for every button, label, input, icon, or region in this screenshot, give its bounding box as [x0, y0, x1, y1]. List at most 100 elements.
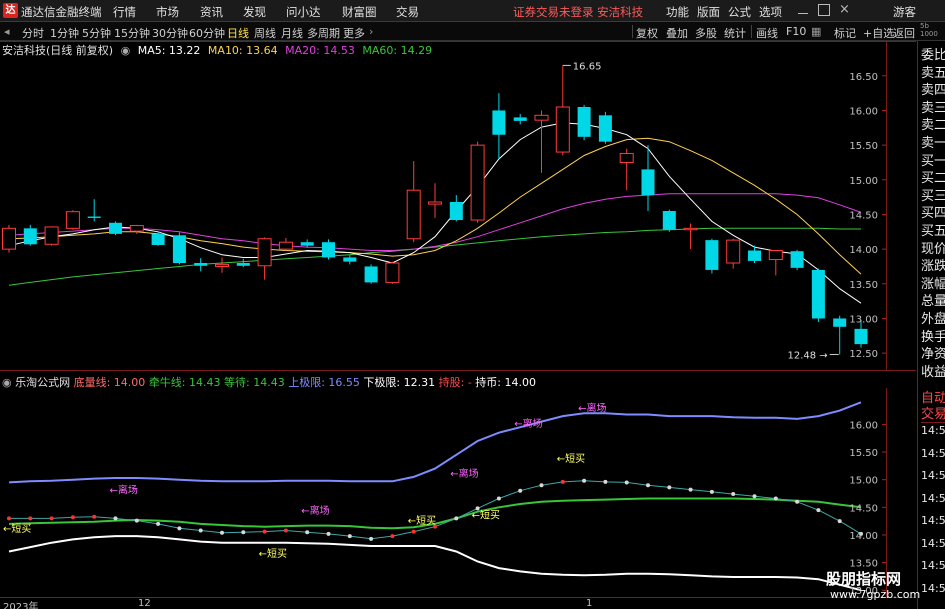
quote-label-18[interactable]: 收益: [921, 361, 945, 380]
tool-multi-stock[interactable]: 多股: [695, 25, 717, 41]
menu-options[interactable]: 选项: [759, 4, 782, 20]
period-monthly[interactable]: 月线: [281, 25, 303, 41]
menu-quotes[interactable]: 行情: [113, 4, 136, 20]
signal-dot: [603, 479, 608, 484]
title-menu-bar: 达 通达信金融终端 行情 市场 资讯 发现 问小达 财富圈 交易 证券交易未登录…: [0, 0, 945, 22]
signal-annotation: ←短买: [3, 522, 31, 535]
quote-label-5[interactable]: 卖一: [921, 132, 945, 151]
signal-dot: [731, 492, 736, 497]
signal-dot: [560, 479, 565, 484]
candle-body-up: [470, 144, 485, 221]
candle-body-down: [23, 228, 37, 245]
signal-dot: [220, 530, 224, 535]
low-label: 12.48 →: [788, 351, 828, 362]
signal-annotation: ←离场: [578, 402, 606, 415]
candle-body-down: [300, 242, 314, 246]
tool-add-watchlist[interactable]: +自选: [863, 25, 894, 41]
menu-trade[interactable]: 交易: [396, 4, 419, 20]
period-30min[interactable]: 30分钟: [152, 25, 188, 41]
quote-label-7[interactable]: 买二: [921, 167, 945, 186]
trade-time: 14:56: [921, 491, 945, 505]
maximize-icon[interactable]: [818, 4, 830, 16]
menu-fortune[interactable]: 财富圈: [342, 4, 377, 20]
price-tick-label: 14.00: [849, 245, 878, 256]
period-60min[interactable]: 60分钟: [189, 25, 225, 41]
quote-label-17[interactable]: 净资: [921, 343, 945, 362]
tool-draw[interactable]: 画线: [756, 25, 778, 41]
candle-body-up: [65, 211, 80, 229]
period-daily[interactable]: 日线: [227, 25, 249, 41]
more-chevron-icon[interactable]: ›: [369, 25, 373, 38]
signal-dot: [70, 515, 75, 520]
quote-label-0[interactable]: 委比: [921, 44, 945, 63]
chart-settings-icon[interactable]: ◉: [121, 44, 131, 57]
quote-label-8[interactable]: 买三: [921, 185, 945, 204]
high-label: 16.65: [573, 61, 602, 72]
user-label[interactable]: 游客: [893, 4, 916, 20]
period-intraday[interactable]: 分时: [22, 25, 44, 41]
tool-back[interactable]: 返回: [893, 25, 915, 41]
indicator-tick-label: 16.00: [849, 420, 878, 431]
signal-dot: [816, 508, 821, 513]
period-more[interactable]: 更多: [343, 25, 365, 41]
period-15min[interactable]: 15分钟: [114, 25, 150, 41]
quote-label-3[interactable]: 卖三: [921, 97, 945, 116]
menu-ask[interactable]: 问小达: [286, 4, 321, 20]
tool-mark[interactable]: 标记: [834, 25, 856, 41]
period-multi[interactable]: 多周期: [307, 25, 340, 41]
time-label-year: 2023年: [3, 602, 39, 609]
quote-label-4[interactable]: 卖二: [921, 114, 945, 133]
period-weekly[interactable]: 周线: [254, 25, 276, 41]
candle-body-down: [364, 266, 378, 283]
tool-adjust[interactable]: 复权: [636, 25, 658, 41]
app-logo-icon: 达: [3, 3, 18, 18]
panel-corner-bottom: 1000: [920, 30, 938, 38]
signal-dot: [667, 485, 672, 490]
ma10-legend: MA10: 13.64: [207, 44, 278, 57]
menu-news[interactable]: 资讯: [200, 4, 223, 20]
candle-body-down: [662, 211, 676, 230]
tool-f10[interactable]: F10: [786, 25, 806, 38]
candlestick-chart[interactable]: 16.50 16.00 15.50 15.00 14.50 14.00 13.50 13.00…: [0, 41, 916, 371]
signal-dot: [688, 487, 693, 492]
candle-body-down: [492, 110, 506, 135]
signal-dot: [773, 496, 778, 501]
quote-label-1[interactable]: 卖五: [921, 62, 945, 81]
menu-discover[interactable]: 发现: [243, 4, 266, 20]
trade-label[interactable]: 交易: [921, 403, 945, 423]
quote-label-13[interactable]: 涨幅: [921, 273, 945, 292]
candle-body-down: [748, 250, 761, 261]
signal-dot: [113, 516, 118, 521]
trade-login-notice[interactable]: 证券交易未登录 安洁科技: [513, 4, 643, 20]
quote-label-2[interactable]: 卖四: [921, 79, 945, 98]
panel-corner-top: 5b: [920, 22, 929, 30]
quote-label-9[interactable]: 买四: [921, 202, 945, 221]
quote-label-11[interactable]: 现价: [921, 238, 945, 257]
indicator-chart[interactable]: ←短买 ←离场 ←离场 ←短买 ←短买 ←离场 ←短买 ←离场 ←短买 ←离场 16.00 15.5…: [0, 388, 916, 598]
menu-layout[interactable]: 版面: [697, 4, 720, 20]
period-1min[interactable]: 1分钟: [50, 25, 79, 41]
menu-formula[interactable]: 公式: [728, 4, 751, 20]
menu-function[interactable]: 功能: [666, 4, 689, 20]
period-5min[interactable]: 5分钟: [82, 25, 111, 41]
quote-label-6[interactable]: 买一: [921, 150, 945, 169]
signal-dot: [326, 531, 331, 536]
trade-time: 14:56: [921, 424, 945, 437]
quote-label-14[interactable]: 总量: [921, 290, 945, 309]
close-icon[interactable]: ×: [839, 3, 851, 16]
signal-dot: [582, 478, 587, 483]
signal-dot: [518, 488, 523, 493]
minimize-icon[interactable]: [797, 4, 809, 16]
quote-label-10[interactable]: 买五: [921, 220, 945, 239]
trade-time: 14:56: [921, 559, 945, 572]
quote-label-16[interactable]: 换手: [921, 326, 945, 345]
tool-stats[interactable]: 统计: [724, 25, 746, 41]
toolbar-divider: [751, 25, 752, 38]
candle-body-down: [513, 117, 527, 121]
quote-label-12[interactable]: 涨跌: [921, 255, 945, 274]
menu-market[interactable]: 市场: [156, 4, 179, 20]
grid-icon[interactable]: ▦: [811, 25, 821, 38]
quote-label-15[interactable]: 外盘: [921, 308, 945, 327]
price-tick-label: 13.50: [849, 280, 878, 291]
tool-overlay[interactable]: 叠加: [666, 25, 688, 41]
